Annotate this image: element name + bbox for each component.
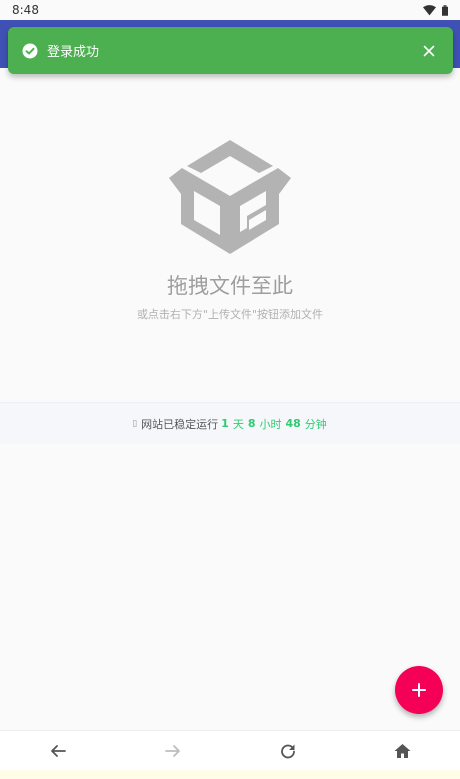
close-toast-button[interactable] bbox=[419, 41, 439, 61]
drop-subtitle: 或点击右下方"上传文件"按钮添加文件 bbox=[136, 308, 324, 321]
drop-title: 拖拽文件至此 bbox=[167, 274, 293, 298]
uptime-hours: 8 bbox=[247, 417, 256, 430]
battery-icon bbox=[442, 4, 448, 16]
uptime-days-unit: 天 bbox=[232, 417, 244, 431]
back-button[interactable] bbox=[38, 731, 78, 771]
refresh-icon[interactable] bbox=[280, 743, 296, 759]
box-icon bbox=[169, 140, 291, 254]
uptime-label: 网站已稳定运行 bbox=[141, 417, 219, 431]
uptime-minutes: 48 bbox=[285, 417, 301, 430]
home-icon[interactable] bbox=[394, 743, 411, 759]
bottom-strip bbox=[0, 770, 460, 779]
check-circle-icon bbox=[22, 43, 38, 58]
status-icons bbox=[423, 4, 448, 16]
uptime-bar: ▯ 网站已稳定运行 1 天 8 小时 48 分钟 bbox=[0, 402, 460, 444]
uptime-glyph: ▯ bbox=[132, 418, 138, 429]
plus-icon[interactable] bbox=[412, 683, 426, 697]
arrow-left-icon[interactable] bbox=[50, 743, 66, 759]
refresh-button[interactable] bbox=[268, 731, 308, 771]
success-toast: 登录成功 bbox=[8, 27, 453, 74]
status-bar: 8:48 bbox=[0, 0, 460, 20]
uptime-hours-unit: 小时 bbox=[259, 417, 282, 431]
home-button[interactable] bbox=[383, 731, 423, 771]
toast-message: 登录成功 bbox=[47, 45, 100, 60]
bottom-nav bbox=[0, 730, 460, 770]
arrow-right-icon[interactable] bbox=[164, 743, 181, 759]
file-drop-zone[interactable]: 拖拽文件至此 或点击右下方"上传文件"按钮添加文件 bbox=[0, 68, 460, 400]
status-time: 8:48 bbox=[12, 3, 39, 17]
wifi-icon bbox=[423, 4, 436, 15]
uptime-days: 1 bbox=[221, 417, 229, 430]
upload-file-button[interactable] bbox=[395, 666, 443, 714]
forward-button[interactable] bbox=[153, 731, 193, 771]
uptime-minutes-unit: 分钟 bbox=[304, 417, 327, 431]
close-icon[interactable] bbox=[423, 45, 435, 57]
